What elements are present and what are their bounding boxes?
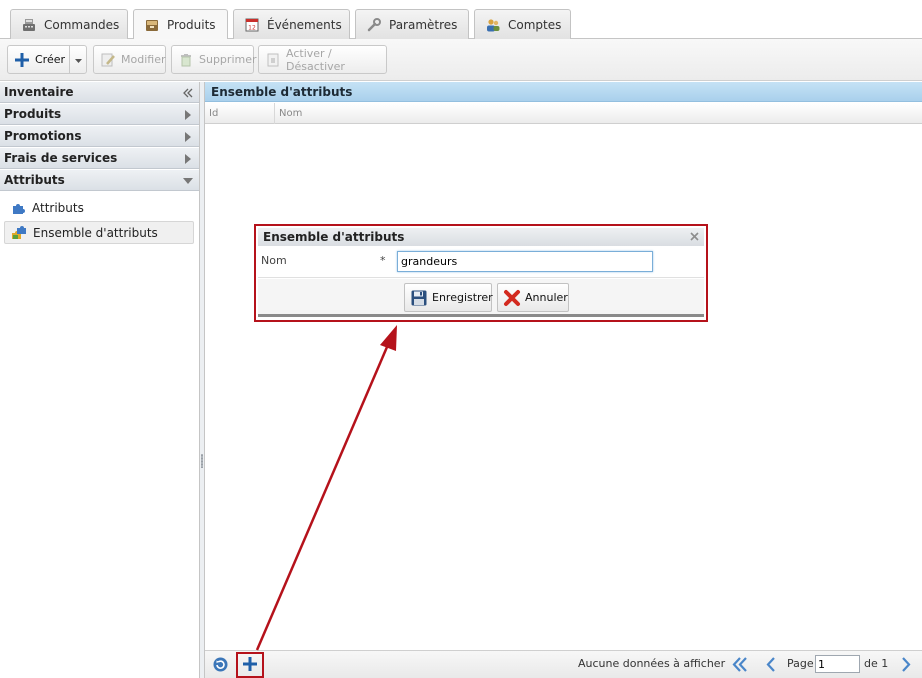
sidebar-section-promotions[interactable]: Promotions <box>0 126 199 147</box>
next-page-icon[interactable] <box>900 656 912 673</box>
edit-button-label: Modifier <box>121 53 166 66</box>
chevron-down-icon <box>183 175 193 185</box>
delete-button-label: Supprimer <box>199 53 257 66</box>
sidebar-item-ensemble-attributs[interactable]: Ensemble d'attributs <box>4 221 194 244</box>
tab-commandes-label: Commandes <box>44 17 120 32</box>
sidebar-section-frais-de-services[interactable]: Frais de services <box>0 148 199 169</box>
splitter-grip-icon <box>201 454 203 468</box>
attribute-set-dialog: Ensemble d'attributs Nom * Enregistrer A… <box>254 224 708 322</box>
edit-icon <box>100 52 116 68</box>
plus-icon <box>14 52 30 68</box>
close-icon[interactable] <box>689 231 700 242</box>
dialog-header: Ensemble d'attributs <box>258 228 704 246</box>
sidebar-section-label: Attributs <box>4 173 65 187</box>
create-button-label: Créer <box>35 53 66 66</box>
sidebar-section-inventaire[interactable]: Inventaire <box>0 82 199 103</box>
name-input[interactable] <box>397 251 653 272</box>
page-label: Page <box>787 657 814 670</box>
cancel-x-icon <box>503 289 521 307</box>
tab-evenements-label: Événements <box>267 17 342 32</box>
tab-produits-label: Produits <box>167 18 216 32</box>
chevron-right-icon <box>183 153 193 164</box>
sidebar-item-label: Attributs <box>32 200 84 215</box>
sidebar-section-label: Frais de services <box>4 151 118 165</box>
page-number-input[interactable] <box>815 655 860 673</box>
page-total-label: de 1 <box>864 657 889 670</box>
dialog-footer: Enregistrer Annuler <box>258 279 704 317</box>
cancel-button-label: Annuler <box>525 291 568 304</box>
sidebar-section-label: Promotions <box>4 129 82 143</box>
main-tab-bar: Commandes Produits 12 Événements Paramèt… <box>0 0 922 40</box>
cash-register-icon <box>21 17 37 33</box>
trash-icon <box>178 52 194 68</box>
sidebar-section-label: Inventaire <box>4 85 74 99</box>
create-dropdown-button[interactable] <box>69 45 87 74</box>
sidebar-item-attributs[interactable]: Attributs <box>4 196 194 219</box>
tab-parametres-label: Paramètres <box>389 17 458 32</box>
puzzle-set-icon <box>11 225 27 241</box>
tab-evenements[interactable]: 12 Événements <box>233 9 350 39</box>
column-header-nom[interactable]: Nom <box>275 103 575 124</box>
create-button[interactable]: Créer <box>7 45 70 74</box>
toggle-active-button-label: Activer / Désactiver <box>286 46 345 73</box>
tab-comptes[interactable]: Comptes <box>474 9 571 39</box>
action-toolbar: Créer Modifier Supprimer Activer / Désac… <box>0 39 922 81</box>
plus-icon <box>242 656 258 675</box>
calendar-icon: 12 <box>244 17 260 33</box>
collapse-panel-icon[interactable] <box>183 87 193 98</box>
wrench-icon <box>366 17 382 33</box>
sidebar-item-label: Ensemble d'attributs <box>33 225 158 240</box>
chevron-down-icon <box>74 53 82 67</box>
users-icon <box>485 17 501 33</box>
edit-button[interactable]: Modifier <box>93 45 166 74</box>
tab-produits[interactable]: Produits <box>133 9 228 40</box>
sidebar-section-produits[interactable]: Produits <box>0 104 199 125</box>
toggle-active-button[interactable]: Activer / Désactiver <box>258 45 387 74</box>
save-button-label: Enregistrer <box>432 291 493 304</box>
toggle-icon <box>265 52 281 68</box>
floppy-disk-icon <box>410 289 428 307</box>
dialog-title: Ensemble d'attributs <box>263 230 405 244</box>
tab-parametres[interactable]: Paramètres <box>355 9 469 39</box>
refresh-icon[interactable] <box>212 656 229 673</box>
main-grid-panel: Ensemble d'attributs Id Nom Aucune donné… <box>205 82 922 678</box>
save-button[interactable]: Enregistrer <box>404 283 493 312</box>
puzzle-icon <box>10 200 26 216</box>
sidebar-section-label: Produits <box>4 107 62 121</box>
grid-title: Ensemble d'attributs <box>205 82 922 102</box>
grid-header-row: Id Nom <box>205 103 922 124</box>
cancel-button[interactable]: Annuler <box>497 283 569 312</box>
tab-commandes[interactable]: Commandes <box>10 9 128 39</box>
tab-comptes-label: Comptes <box>508 17 562 32</box>
previous-page-icon[interactable] <box>765 656 777 673</box>
column-header-id[interactable]: Id <box>205 103 275 124</box>
name-field-label: Nom <box>261 254 287 267</box>
box-icon <box>144 17 160 33</box>
pager-empty-message: Aucune données à afficher <box>578 657 726 670</box>
add-row-button[interactable] <box>236 652 264 678</box>
chevron-right-icon <box>183 131 193 142</box>
sidebar-section-attributs[interactable]: Attributs <box>0 170 199 191</box>
first-page-icon[interactable] <box>731 656 749 673</box>
grid-pager: Aucune données à afficher Page de 1 <box>205 650 922 678</box>
required-marker: * <box>380 254 386 267</box>
dialog-field-row: Nom * <box>258 247 704 278</box>
delete-button[interactable]: Supprimer <box>171 45 257 74</box>
svg-text:12: 12 <box>248 24 256 31</box>
chevron-right-icon <box>183 109 193 120</box>
sidebar: Inventaire Produits Promotions Frais de … <box>0 82 200 678</box>
